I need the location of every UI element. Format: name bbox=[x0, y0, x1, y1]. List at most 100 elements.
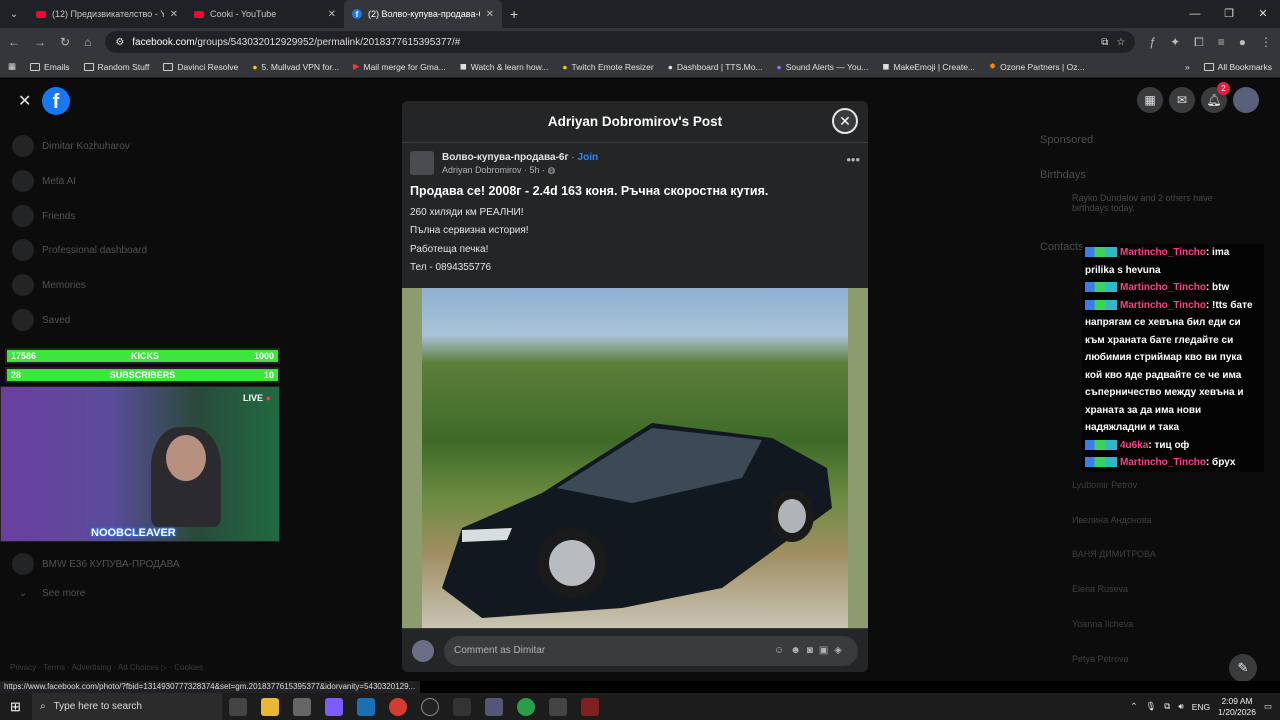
windows-start-icon[interactable]: ⊞ bbox=[10, 699, 21, 715]
contact-item[interactable]: Petya Petrova bbox=[1072, 654, 1129, 664]
contact-item[interactable]: Lyubomir Petrov bbox=[1072, 480, 1137, 490]
reload-icon[interactable]: ↻ bbox=[60, 35, 70, 49]
home-icon[interactable]: ⌂ bbox=[84, 35, 91, 49]
streamer-name: NOOBCLEAVER bbox=[91, 527, 176, 539]
bookmark-item[interactable]: ● Dashboard | TTS.Mo... bbox=[668, 62, 763, 72]
post-time[interactable]: 5h bbox=[530, 165, 540, 175]
new-message-icon[interactable]: ✎ bbox=[1229, 654, 1257, 681]
epic-games-icon[interactable] bbox=[453, 697, 471, 716]
bookmark-item[interactable]: ● 5. Mullvad VPN for... bbox=[252, 62, 339, 72]
minimize-icon[interactable]: — bbox=[1178, 0, 1212, 28]
sidebar-item-profile[interactable]: Dimitar Kozhuharov bbox=[12, 135, 130, 157]
font-icon[interactable]: ƒ bbox=[1149, 35, 1156, 49]
site-info-icon[interactable]: ⚙ bbox=[115, 37, 124, 48]
forward-icon[interactable]: → bbox=[34, 35, 46, 49]
contact-item[interactable]: Ивелина Андонова bbox=[1072, 515, 1152, 525]
tab-list-icon[interactable]: ⌄ bbox=[0, 9, 28, 20]
sidebar-item-saved[interactable]: Saved bbox=[12, 309, 70, 331]
app-icon[interactable] bbox=[485, 697, 503, 716]
avatar-sticker-icon[interactable]: ☺ bbox=[774, 645, 790, 656]
bookmark-item[interactable]: ◼ Watch & learn how... bbox=[460, 61, 549, 72]
close-tab-icon[interactable]: ✕ bbox=[328, 9, 336, 20]
volume-icon[interactable]: 🔊︎ bbox=[1178, 701, 1183, 712]
join-link[interactable]: Join bbox=[578, 152, 599, 163]
sidebar-item-meta-ai[interactable]: Meta AI bbox=[12, 170, 76, 192]
close-icon[interactable]: ✕ bbox=[18, 91, 31, 111]
new-tab-button[interactable]: + bbox=[510, 6, 518, 22]
sidebar-item-memories[interactable]: Memories bbox=[12, 274, 86, 296]
emoji-icon[interactable]: ☻ bbox=[790, 645, 807, 656]
chevron-up-icon[interactable]: ⌃ bbox=[1130, 701, 1137, 712]
close-window-icon[interactable]: ✕ bbox=[1246, 0, 1280, 28]
menu-grid-icon[interactable]: ▦ bbox=[1137, 87, 1163, 113]
camera-icon[interactable]: ◙ bbox=[807, 645, 819, 656]
close-tab-icon[interactable]: ✕ bbox=[170, 9, 178, 20]
birthday-text[interactable]: Rayko Dundalov and 2 others have birthda… bbox=[1072, 193, 1242, 213]
obs-icon[interactable] bbox=[421, 697, 439, 716]
bookmark-item[interactable]: Random Stuff bbox=[83, 62, 149, 72]
sidebar-item-dashboard[interactable]: Professional dashboard bbox=[12, 239, 147, 261]
tab-facebook[interactable]: f (2) Волво-купува-продава-6г ✕ bbox=[344, 0, 502, 28]
group-name-link[interactable]: Волво-купува-продава-6г bbox=[442, 152, 569, 163]
facebook-logo-icon[interactable]: f bbox=[42, 87, 70, 115]
gif-icon[interactable]: ▣ bbox=[819, 645, 834, 656]
app-icon[interactable] bbox=[293, 697, 311, 716]
language-indicator[interactable]: ENG bbox=[1192, 702, 1210, 712]
more-options-icon[interactable]: ••• bbox=[846, 151, 860, 170]
bookmark-item[interactable]: Emails bbox=[30, 62, 70, 72]
file-explorer-icon[interactable] bbox=[261, 697, 279, 716]
bookmark-item[interactable]: ● Sound Alerts — You... bbox=[777, 62, 869, 72]
clock[interactable]: 2:09 AM 1/20/2026 bbox=[1218, 696, 1256, 718]
more-bookmarks-icon[interactable]: » bbox=[1185, 62, 1190, 72]
notification-center-icon[interactable]: ▭ bbox=[1264, 701, 1272, 712]
all-bookmarks[interactable]: All Bookmarks bbox=[1203, 62, 1272, 72]
app-icon[interactable] bbox=[549, 697, 567, 716]
restore-icon[interactable]: ❐ bbox=[1212, 0, 1246, 28]
contact-item[interactable]: Elena Ruseva bbox=[1072, 584, 1128, 594]
app-icon[interactable] bbox=[581, 697, 599, 716]
apps-icon[interactable]: ▦ bbox=[8, 61, 16, 72]
bookmark-item[interactable]: ● Twitch Emote Resizer bbox=[562, 62, 653, 72]
post-photo[interactable] bbox=[402, 288, 868, 628]
sidebar-item-friends[interactable]: Friends bbox=[12, 205, 75, 227]
taskbar-search[interactable]: ⌕ Type here to search bbox=[32, 693, 222, 720]
author-link[interactable]: Adriyan Dobromirov bbox=[442, 165, 522, 175]
avatar[interactable] bbox=[1233, 87, 1259, 113]
media-icon[interactable]: ≡ bbox=[1218, 35, 1225, 49]
contact-item[interactable]: Yoanna Ilcheva bbox=[1072, 619, 1133, 629]
steam-icon[interactable] bbox=[357, 697, 375, 716]
messenger-icon[interactable]: ✉ bbox=[1169, 87, 1195, 113]
app-icon[interactable] bbox=[325, 697, 343, 716]
bookmark-star-icon[interactable]: ☆ bbox=[1116, 37, 1125, 48]
tab-youtube-2[interactable]: Cooki - YouTube ✕ bbox=[186, 0, 344, 28]
youtube-icon: ▶ bbox=[352, 61, 360, 71]
sidebar-item-group[interactable]: BMW E36 КУПУВА-ПРОДАВА bbox=[12, 553, 180, 575]
url-field[interactable]: ⚙ facebook.com/groups/543032012929952/pe… bbox=[105, 31, 1136, 53]
footer-links[interactable]: Privacy · Terms · Advertising · Ad Choic… bbox=[10, 663, 203, 672]
sticker-icon[interactable]: ◈ bbox=[834, 645, 848, 656]
group-icon bbox=[12, 553, 34, 575]
menu-icon[interactable]: ⋮ bbox=[1260, 35, 1272, 49]
tab-youtube-1[interactable]: (12) Предизвикателство - YouT✕ bbox=[28, 0, 186, 28]
profile-icon[interactable]: ● bbox=[1239, 35, 1246, 49]
mic-icon[interactable]: 🎙︎ bbox=[1145, 701, 1156, 712]
close-tab-icon[interactable]: ✕ bbox=[486, 9, 494, 20]
chrome-icon[interactable] bbox=[389, 697, 407, 716]
install-icon[interactable]: ⧉ bbox=[1101, 37, 1108, 48]
extension-icon[interactable]: ✦ bbox=[1170, 35, 1180, 49]
task-view-icon[interactable] bbox=[229, 697, 247, 716]
see-more-link[interactable]: ⌄ See more bbox=[12, 588, 86, 599]
contact-item[interactable]: ВАНЯ ДИМИТРОВА bbox=[1072, 549, 1156, 559]
back-icon[interactable]: ← bbox=[8, 35, 20, 49]
bookmark-item[interactable]: ✸ Ozone Partners | Oz... bbox=[989, 61, 1085, 72]
comment-input[interactable]: Comment as Dimitar ☺☻◙▣◈ bbox=[444, 635, 858, 666]
close-modal-button[interactable]: ✕ bbox=[832, 108, 858, 134]
xbox-icon[interactable] bbox=[517, 697, 535, 716]
puzzle-icon[interactable]: ⧠ bbox=[1194, 35, 1204, 50]
friends-icon bbox=[12, 205, 34, 227]
network-icon[interactable]: ⧉ bbox=[1164, 701, 1170, 712]
bookmark-item[interactable]: Davinci Resolve bbox=[163, 62, 238, 72]
group-avatar[interactable] bbox=[410, 151, 434, 175]
bookmark-item[interactable]: ◼ MakeEmoji | Create... bbox=[882, 61, 975, 72]
bookmark-item[interactable]: ▶ Mail merge for Gma... bbox=[353, 61, 446, 72]
